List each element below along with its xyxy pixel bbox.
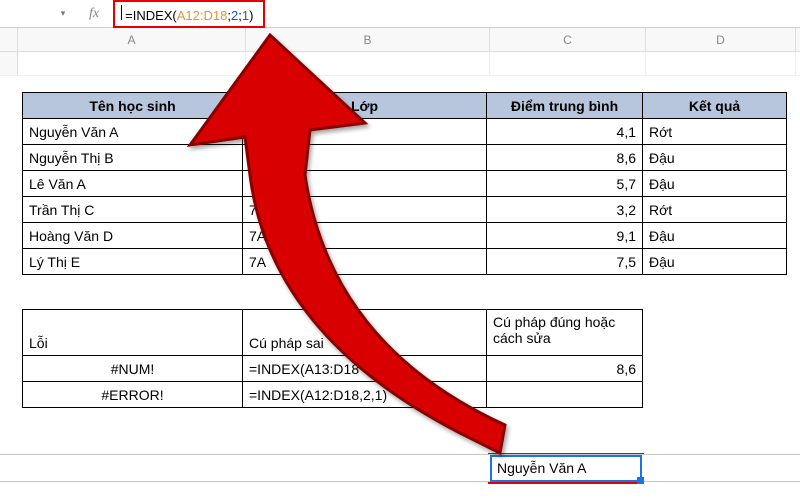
- cell-name[interactable]: Lê Văn A: [23, 171, 243, 197]
- cell-result[interactable]: Đậu: [643, 171, 787, 197]
- table-row[interactable]: Lý Thị E7A7,5Đậu: [23, 249, 787, 275]
- formula-range: A12:D18: [177, 8, 228, 23]
- header-correct: Cú pháp đúng hoặc cách sửa: [487, 310, 643, 356]
- data-area: Tên học sinh Lớp Điểm trung bình Kết quả…: [22, 92, 787, 408]
- formula-bar: ▾ fx =INDEX( A12:D18 ; 2 ; 1 ): [0, 0, 800, 28]
- column-header-d[interactable]: D: [646, 28, 796, 51]
- formula-arg3: 1: [242, 8, 249, 23]
- formula-input[interactable]: =INDEX( A12:D18 ; 2 ; 1 ): [113, 0, 265, 28]
- cell-result[interactable]: Đậu: [643, 249, 787, 275]
- cell-result[interactable]: Rớt: [643, 119, 787, 145]
- cell-class[interactable]: 7B: [243, 171, 487, 197]
- header-avg: Điểm trung bình: [487, 93, 643, 119]
- table-row[interactable]: Lê Văn A7B5,7Đậu: [23, 171, 787, 197]
- corner-spacer: [0, 28, 18, 51]
- fill-handle[interactable]: [637, 477, 644, 484]
- cell-class[interactable]: 7A: [243, 223, 487, 249]
- cell-name[interactable]: Nguyễn Văn A: [23, 119, 243, 145]
- table-header-row: Tên học sinh Lớp Điểm trung bình Kết quả: [23, 93, 787, 119]
- header-result: Kết quả: [643, 93, 787, 119]
- table-row: Lỗi Cú pháp sai Cú pháp đúng hoặc cách s…: [23, 310, 643, 356]
- cell-avg[interactable]: 7,5: [487, 249, 643, 275]
- sheet-grid: A B C D Tên học sinh Lớp Điểm trung bình…: [0, 28, 800, 76]
- formula-suffix: ): [249, 8, 253, 23]
- cell-avg[interactable]: 8,6: [487, 145, 643, 171]
- header-class: Lớp: [243, 93, 487, 119]
- cell-class[interactable]: 7: [243, 145, 487, 171]
- cell-fix[interactable]: [487, 382, 643, 408]
- header-name: Tên học sinh: [23, 93, 243, 119]
- cell-result[interactable]: Rớt: [643, 197, 787, 223]
- cell-result[interactable]: Đậu: [643, 145, 787, 171]
- cell-class[interactable]: 7A: [243, 249, 487, 275]
- cell-name[interactable]: Lý Thị E: [23, 249, 243, 275]
- selected-cell[interactable]: Nguyễn Văn A: [490, 455, 642, 482]
- formula-prefix: =INDEX(: [125, 8, 177, 23]
- formula-arg2: 2: [231, 8, 238, 23]
- column-header-row: A B C D: [0, 28, 800, 52]
- cell-name[interactable]: Nguyễn Thị B: [23, 145, 243, 171]
- cell-avg[interactable]: 3,2: [487, 197, 643, 223]
- cell-avg[interactable]: 9,1: [487, 223, 643, 249]
- column-header-b[interactable]: B: [246, 28, 490, 51]
- cell-avg[interactable]: 5,7: [487, 171, 643, 197]
- column-header-c[interactable]: C: [490, 28, 646, 51]
- cell-name[interactable]: Hoàng Văn D: [23, 223, 243, 249]
- table-row[interactable]: Nguyễn Văn A 4,1Rớt: [23, 119, 787, 145]
- active-row-highlight: [0, 454, 800, 482]
- cell-class[interactable]: [243, 119, 487, 145]
- table-row[interactable]: Trần Thị C7A3,2Rớt: [23, 197, 787, 223]
- header-wrong: Cú pháp sai: [243, 310, 487, 356]
- fx-label: fx: [89, 6, 99, 22]
- table-row[interactable]: #ERROR! =INDEX(A12:D18,2,1): [23, 382, 643, 408]
- students-table[interactable]: Tên học sinh Lớp Điểm trung bình Kết quả…: [22, 92, 787, 275]
- cell-wrong[interactable]: =INDEX(A12:D18,2,1): [243, 382, 487, 408]
- table-row[interactable]: Hoàng Văn D7A9,1Đậu: [23, 223, 787, 249]
- selected-cell-value: Nguyễn Văn A: [497, 460, 587, 476]
- table-row[interactable]: Nguyễn Thị B78,6Đậu: [23, 145, 787, 171]
- text-cursor: [121, 5, 122, 20]
- cell-error[interactable]: #ERROR!: [23, 382, 243, 408]
- cell-fix[interactable]: 8,6: [487, 356, 643, 382]
- name-box-dropdown-icon[interactable]: ▾: [55, 5, 71, 23]
- cell-result[interactable]: Đậu: [643, 223, 787, 249]
- cell-error[interactable]: #NUM!: [23, 356, 243, 382]
- table-row[interactable]: #NUM! =INDEX(A13:D18 8,6: [23, 356, 643, 382]
- cell-name[interactable]: Trần Thị C: [23, 197, 243, 223]
- column-header-a[interactable]: A: [18, 28, 246, 51]
- header-error: Lỗi: [23, 310, 243, 356]
- cell-class[interactable]: 7A: [243, 197, 487, 223]
- cell-avg[interactable]: 4,1: [487, 119, 643, 145]
- cell-wrong[interactable]: =INDEX(A13:D18: [243, 356, 487, 382]
- error-table[interactable]: Lỗi Cú pháp sai Cú pháp đúng hoặc cách s…: [22, 309, 643, 408]
